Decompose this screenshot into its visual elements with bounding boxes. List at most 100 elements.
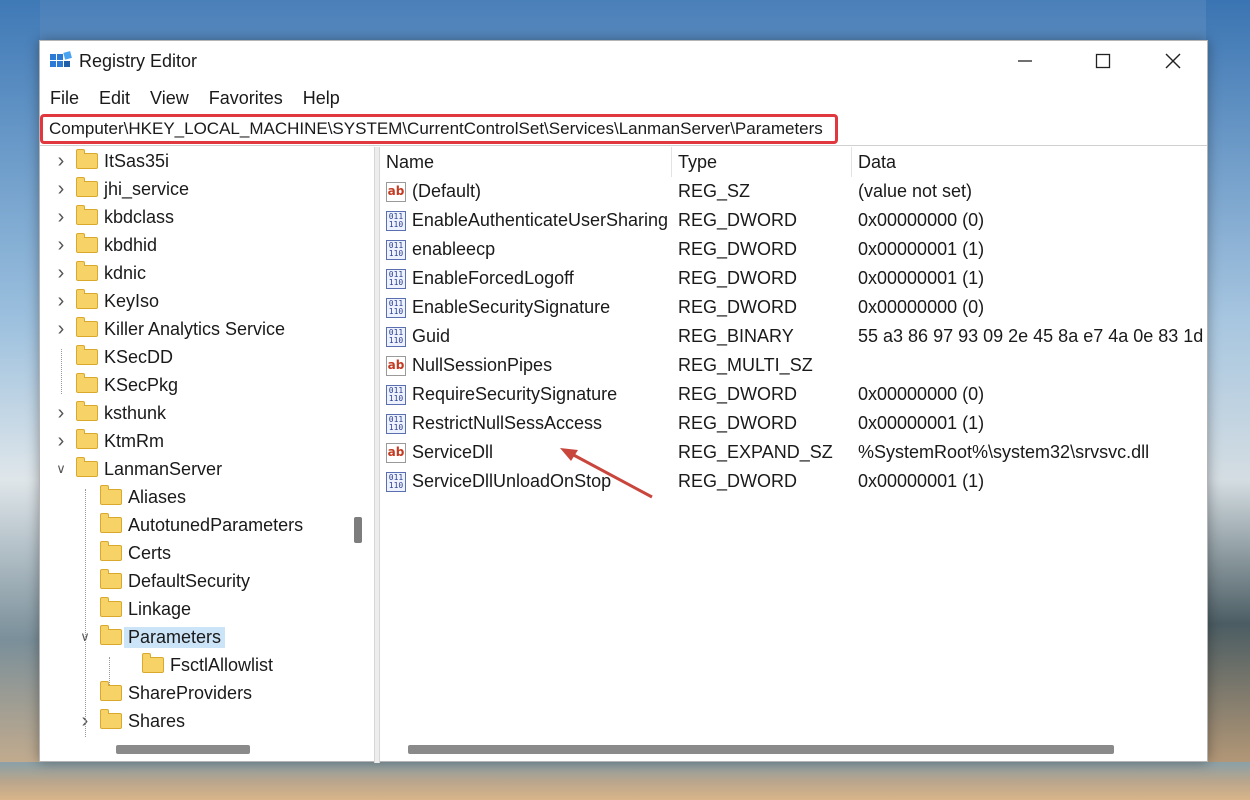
value-name: NullSessionPipes — [412, 355, 553, 375]
tree-item[interactable]: › kbdclass — [54, 203, 174, 231]
folder-icon — [76, 289, 98, 309]
tree-item[interactable]: › kdnic — [54, 259, 146, 287]
value-row[interactable]: 011 110 EnableForcedLogoff REG_DWORD 0x00000… — [380, 264, 1209, 293]
folder-icon — [76, 149, 98, 169]
chevron-right-icon[interactable]: › — [54, 262, 68, 285]
folder-icon — [76, 261, 98, 281]
tree-item[interactable]: FsctlAllowlist — [120, 651, 273, 679]
chevron-right-icon[interactable]: › — [54, 430, 68, 453]
tree-item-label: Parameters — [124, 626, 226, 648]
value-row[interactable]: ab ServiceDll REG_EXPAND_SZ %SystemRoot%\sy… — [380, 438, 1209, 467]
tree-item[interactable]: ShareProviders — [78, 679, 252, 707]
tree-item[interactable]: › jhi_service — [54, 175, 189, 203]
binary-value-icon: 011 110 — [386, 210, 406, 231]
folder-icon — [100, 513, 122, 533]
menu-help[interactable]: Help — [293, 85, 350, 111]
folder-icon — [100, 485, 122, 505]
desktop-wallpaper-bottom — [0, 762, 1250, 800]
values-list-pane: Name Type Data ab (Default) REG_SZ (value n… — [380, 147, 1209, 737]
tree-item[interactable]: Aliases — [78, 483, 186, 511]
menu-favorites[interactable]: Favorites — [199, 85, 293, 111]
value-row[interactable]: 011 110 Guid REG_BINARY 55 a3 86 97 93 09 2e… — [380, 322, 1209, 351]
close-icon — [1165, 53, 1181, 69]
tree-item-label: Certs — [128, 542, 172, 563]
value-type: REG_DWORD — [678, 384, 798, 404]
value-row[interactable]: 011 110 enableecp REG_DWORD 0x00000001 (1) — [380, 235, 1209, 264]
column-header-data[interactable]: Data — [858, 147, 896, 177]
value-name-cell: 011 110 EnableAuthenticateUserSharing — [386, 206, 668, 235]
tree-item[interactable]: › Shares — [78, 707, 185, 735]
chevron-down-icon[interactable]: ∨ — [54, 461, 68, 477]
list-horizontal-scrollbar-thumb[interactable] — [408, 745, 1114, 754]
chevron-right-icon[interactable]: › — [54, 178, 68, 201]
value-row[interactable]: 011 110 ServiceDllUnloadOnStop REG_DWORD 0x0… — [380, 467, 1209, 496]
binary-value-icon: 011 110 — [386, 471, 406, 492]
close-button[interactable] — [1138, 41, 1208, 81]
string-value-icon: ab — [386, 442, 406, 463]
value-row[interactable]: 011 110 RequireSecuritySignature REG_DWORD 0… — [380, 380, 1209, 409]
column-separator[interactable] — [671, 147, 672, 177]
tree-item[interactable]: › KtmRm — [54, 427, 164, 455]
value-name-cell: 011 110 enableecp — [386, 235, 668, 264]
value-data: 0x00000000 (0) — [858, 210, 985, 230]
chevron-right-icon[interactable]: › — [54, 318, 68, 341]
tree-item[interactable]: › Killer Analytics Service — [54, 315, 285, 343]
folder-icon — [142, 653, 164, 673]
chevron-right-icon[interactable]: › — [54, 150, 68, 173]
tree-item[interactable]: ∨ LanmanServer — [54, 455, 222, 483]
minimize-button[interactable] — [990, 41, 1060, 81]
chevron-right-icon[interactable]: › — [54, 234, 68, 257]
value-row[interactable]: 011 110 RestrictNullSessAccess REG_DWORD 0x0… — [380, 409, 1209, 438]
column-header-name[interactable]: Name — [386, 147, 434, 177]
value-name: EnableForcedLogoff — [412, 268, 574, 288]
tree-item[interactable]: › ksthunk — [54, 399, 166, 427]
maximize-icon — [1095, 53, 1111, 69]
value-row[interactable]: ab (Default) REG_SZ (value not set) — [380, 177, 1209, 206]
menu-view[interactable]: View — [140, 85, 199, 111]
tree-item[interactable]: KSecDD — [54, 343, 173, 371]
folder-icon — [100, 541, 122, 561]
tree-item[interactable]: › KeyIso — [54, 287, 159, 315]
tree-item[interactable]: › kbdhid — [54, 231, 157, 259]
value-data: 0x00000000 (0) — [858, 384, 985, 404]
chevron-right-icon[interactable]: › — [54, 290, 68, 313]
value-name: ServiceDll — [412, 442, 494, 462]
tree-guide-line — [109, 657, 110, 685]
tree-item[interactable]: KSecPkg — [54, 371, 178, 399]
value-data: 0x00000000 (0) — [858, 297, 985, 317]
tree-item-label: Killer Analytics Service — [104, 318, 286, 339]
value-name-cell: ab ServiceDll — [386, 438, 668, 467]
tree-item[interactable]: DefaultSecurity — [78, 567, 250, 595]
menu-edit[interactable]: Edit — [89, 85, 140, 111]
address-bar[interactable]: Computer\HKEY_LOCAL_MACHINE\SYSTEM\Curre… — [40, 114, 838, 144]
value-name: EnableSecuritySignature — [412, 297, 611, 317]
tree-item[interactable]: Linkage — [78, 595, 191, 623]
registry-editor-app-icon — [50, 51, 72, 67]
tree-item[interactable]: AutotunedParameters — [78, 511, 303, 539]
tree-vertical-scrollbar-thumb[interactable] — [354, 517, 362, 543]
chevron-right-icon[interactable]: › — [54, 402, 68, 425]
menu-file[interactable]: File — [40, 85, 89, 111]
value-type: REG_SZ — [678, 181, 751, 201]
value-row[interactable]: ab NullSessionPipes REG_MULTI_SZ — [380, 351, 1209, 380]
registry-editor-window: Registry Editor File Edit View Favorites… — [39, 40, 1209, 763]
value-name: EnableAuthenticateUserSharing — [411, 210, 668, 230]
key-tree-pane[interactable]: › ItSas35i › jhi_service › kbdclass › kbdhid › kd… — [40, 147, 346, 737]
folder-icon — [100, 709, 122, 729]
tree-horizontal-scrollbar-thumb[interactable] — [116, 745, 250, 754]
tree-item-label: ItSas35i — [104, 150, 170, 171]
tree-item-label: Linkage — [128, 598, 192, 619]
chevron-right-icon[interactable]: › — [54, 206, 68, 229]
value-row[interactable]: 011 110 EnableSecuritySignature REG_DWORD 0x… — [380, 293, 1209, 322]
tree-item[interactable]: ∨ Parameters — [78, 623, 226, 651]
value-row[interactable]: 011 110 EnableAuthenticateUserSharing REG_D… — [380, 206, 1209, 235]
value-name-cell: 011 110 EnableSecuritySignature — [386, 293, 668, 322]
value-name-cell: 011 110 RequireSecuritySignature — [386, 380, 668, 409]
column-header-type[interactable]: Type — [678, 147, 717, 177]
tree-item[interactable]: Certs — [78, 539, 171, 567]
tree-item[interactable]: › ItSas35i — [54, 147, 169, 175]
window-title: Registry Editor — [79, 51, 198, 71]
maximize-button[interactable] — [1068, 41, 1138, 81]
column-separator[interactable] — [851, 147, 852, 177]
title-bar[interactable]: Registry Editor — [40, 41, 1207, 81]
